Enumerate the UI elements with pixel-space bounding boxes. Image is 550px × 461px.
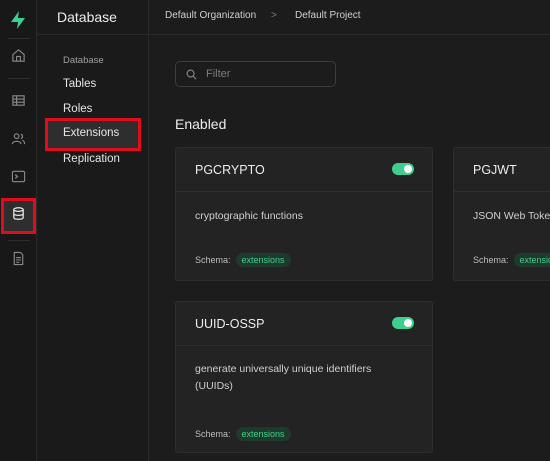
rail-divider: [8, 38, 30, 39]
menu-item-tables[interactable]: Tables: [63, 78, 96, 90]
schema-badge: extensions: [235, 253, 291, 267]
home-icon: [11, 48, 26, 68]
auth-button[interactable]: [2, 124, 35, 157]
extension-name: PGCRYPTO: [195, 163, 265, 177]
extension-toggle[interactable]: [392, 163, 414, 175]
database-menu: Database Database Tables Roles Extension…: [38, 0, 149, 461]
menu-item-label: Extensions: [63, 127, 120, 139]
extension-toggle[interactable]: [392, 317, 414, 329]
schema-info: Schema: extensions: [195, 427, 291, 441]
database-button[interactable]: [1, 198, 36, 234]
api-docs-button[interactable]: [2, 244, 35, 277]
menu-item-roles[interactable]: Roles: [63, 103, 92, 115]
extension-name: PGJWT: [473, 163, 517, 177]
breadcrumb-separator: >: [271, 10, 277, 21]
menu-item-extensions[interactable]: Extensions: [45, 118, 141, 151]
menu-title: Database: [38, 0, 149, 35]
users-icon: [11, 131, 26, 151]
supabase-logo-icon[interactable]: [7, 9, 29, 31]
table-editor-icon: [11, 93, 26, 113]
icon-rail: [0, 0, 37, 461]
app: Database Database Tables Roles Extension…: [0, 0, 550, 461]
breadcrumb-project[interactable]: Default Project: [295, 10, 361, 21]
document-icon: [11, 251, 26, 271]
card-header: PGJWT: [454, 148, 550, 192]
menu-section-label: Database: [63, 55, 104, 66]
card-header: PGCRYPTO: [176, 148, 432, 192]
schema-badge: extensions: [235, 427, 291, 441]
breadcrumb: Default Organization > Default Project: [150, 0, 550, 35]
breadcrumb-organization[interactable]: Default Organization: [165, 10, 256, 21]
extension-card: PGCRYPTO cryptographic functions Schema:…: [175, 147, 433, 281]
extension-card: UUID-OSSP generate universally unique id…: [175, 301, 433, 453]
schema-label: Schema:: [195, 255, 231, 265]
extension-name: UUID-OSSP: [195, 317, 265, 331]
schema-badge: extensions: [513, 253, 550, 267]
section-title-enabled: Enabled: [175, 116, 227, 132]
rail-divider: [8, 240, 30, 241]
sql-terminal-icon: [11, 169, 26, 189]
schema-label: Schema:: [473, 255, 509, 265]
extension-description: cryptographic functions: [195, 210, 303, 222]
home-button[interactable]: [2, 41, 35, 74]
table-editor-button[interactable]: [2, 86, 35, 119]
sql-editor-button[interactable]: [2, 162, 35, 195]
schema-info: Schema: extensions: [473, 253, 550, 267]
extension-description: JSON Web Token API for PostgreSQL: [473, 210, 550, 222]
rail-divider: [8, 78, 30, 79]
card-header: UUID-OSSP: [176, 302, 432, 346]
menu-item-replication[interactable]: Replication: [63, 153, 120, 165]
filter-input[interactable]: [206, 66, 326, 82]
extension-description: generate universally unique identifiers …: [195, 363, 372, 392]
database-icon: [11, 206, 26, 226]
filter-field[interactable]: [175, 61, 336, 87]
schema-label: Schema:: [195, 429, 231, 439]
extension-card: PGJWT JSON Web Token API for PostgreSQL …: [453, 147, 550, 281]
schema-info: Schema: extensions: [195, 253, 291, 267]
